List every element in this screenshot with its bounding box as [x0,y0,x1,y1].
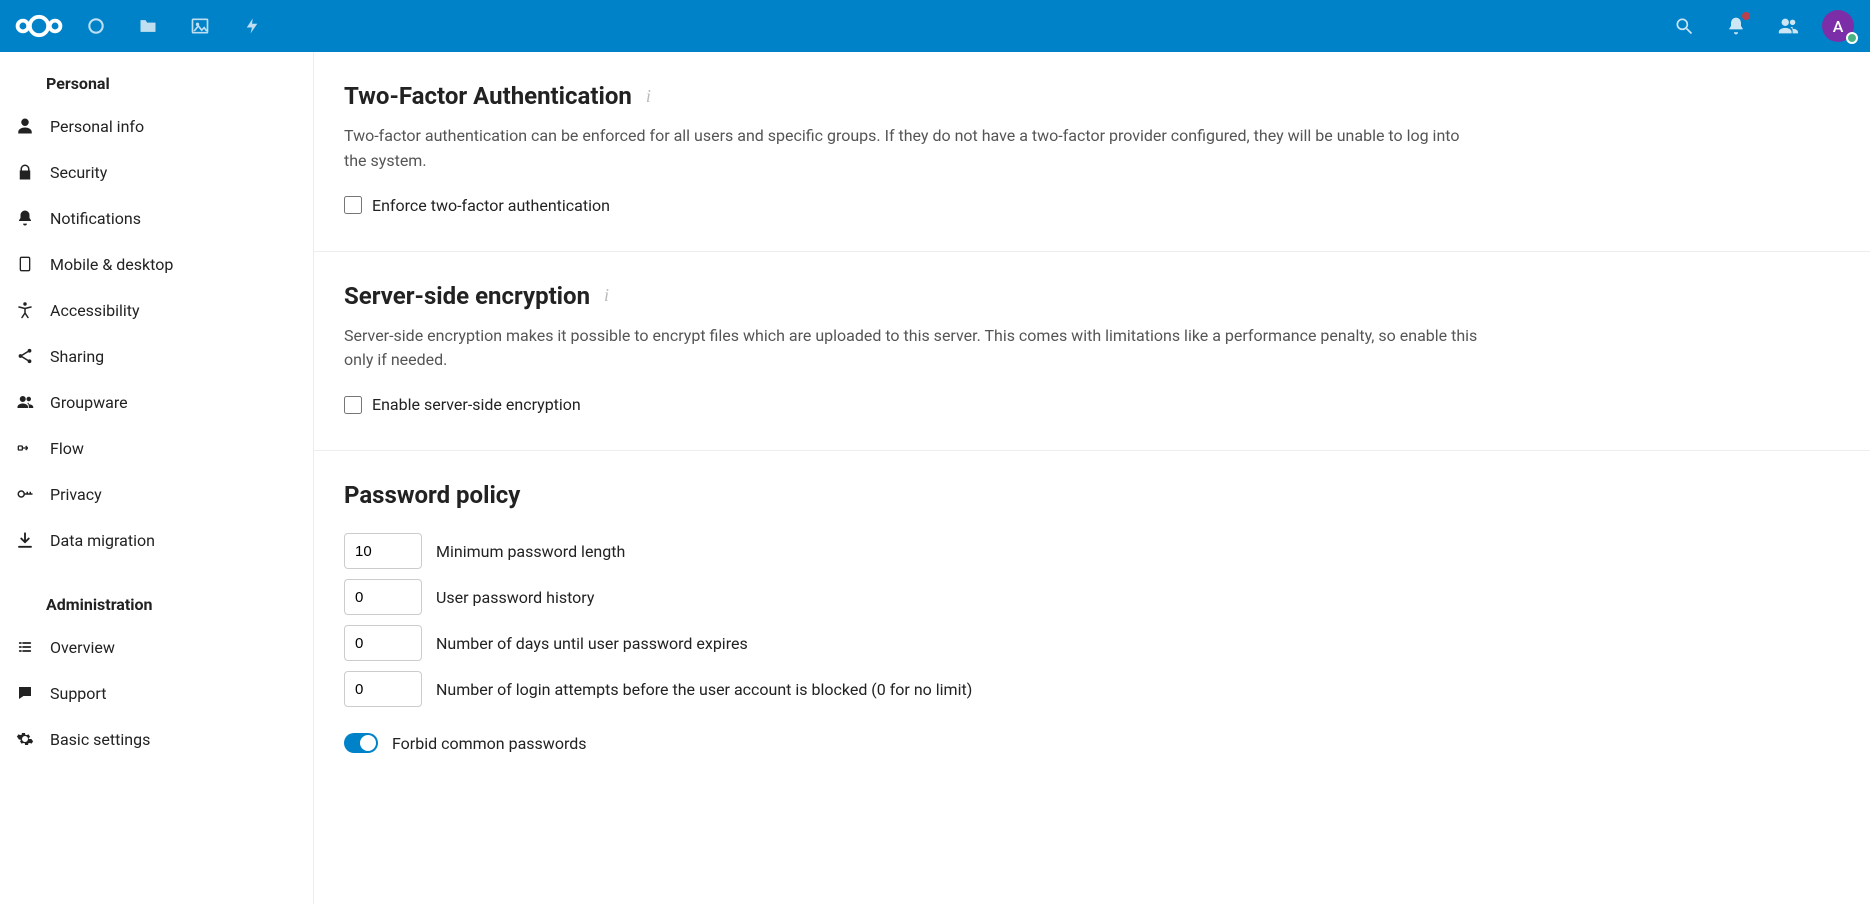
password-policy-title: Password policy [344,481,1840,509]
min-password-length-label: Minimum password length [436,542,625,561]
sidebar-item-label: Support [50,684,106,703]
list-icon [14,639,36,655]
sidebar-item-security[interactable]: Security [0,149,313,195]
sidebar-item-groupware[interactable]: Groupware [0,379,313,425]
top-bar: A [0,0,1870,52]
toggle-knob [360,735,376,751]
activity-app-icon[interactable] [226,0,278,52]
enable-encryption-label[interactable]: Enable server-side encryption [372,395,581,414]
sidebar-item-mobile-desktop[interactable]: Mobile & desktop [0,241,313,287]
password-history-label: User password history [436,588,594,607]
sidebar-item-label: Notifications [50,209,141,228]
search-icon[interactable] [1658,0,1710,52]
password-history-input[interactable] [344,579,422,615]
two-factor-description: Two-factor authentication can be enforce… [344,124,1484,174]
min-password-length-input[interactable] [344,533,422,569]
enforce-2fa-label[interactable]: Enforce two-factor authentication [372,196,610,215]
settings-sidebar: Personal Personal info Security Notifica… [0,52,314,904]
sidebar-header-administration: Administration [0,581,313,624]
enable-encryption-checkbox[interactable] [344,396,362,414]
info-icon[interactable]: i [646,86,651,107]
sidebar-item-overview[interactable]: Overview [0,624,313,670]
sidebar-item-label: Basic settings [50,730,150,749]
sidebar-item-privacy[interactable]: Privacy [0,471,313,517]
files-app-icon[interactable] [122,0,174,52]
sidebar-item-sharing[interactable]: Sharing [0,333,313,379]
sidebar-item-label: Overview [50,638,115,657]
enforce-2fa-checkbox[interactable] [344,196,362,214]
sidebar-item-label: Data migration [50,531,155,550]
sidebar-item-basic-settings[interactable]: Basic settings [0,716,313,762]
phone-icon [14,254,36,274]
main-content: Two-Factor Authentication i Two-factor a… [314,52,1870,904]
notification-badge [1742,12,1750,20]
photos-app-icon[interactable] [174,0,226,52]
sidebar-item-flow[interactable]: Flow [0,425,313,471]
encryption-title-text: Server-side encryption [344,282,590,310]
login-attempts-label: Number of login attempts before the user… [436,680,972,699]
sidebar-item-label: Accessibility [50,301,140,320]
sidebar-item-accessibility[interactable]: Accessibility [0,287,313,333]
sidebar-item-label: Flow [50,439,84,458]
section-password-policy: Password policy Minimum password length … [314,451,1870,789]
flow-icon [14,440,36,456]
notifications-icon[interactable] [1710,0,1762,52]
encryption-description: Server-side encryption makes it possible… [344,324,1484,374]
sidebar-item-label: Mobile & desktop [50,255,173,274]
forbid-common-passwords-label: Forbid common passwords [392,734,587,753]
sidebar-item-label: Privacy [50,485,102,504]
sidebar-item-personal-info[interactable]: Personal info [0,103,313,149]
encryption-title: Server-side encryption i [344,282,1840,310]
sidebar-item-label: Security [50,163,107,182]
sidebar-item-label: Personal info [50,117,144,136]
two-factor-title-text: Two-Factor Authentication [344,82,632,110]
avatar-initial: A [1833,17,1844,36]
section-encryption: Server-side encryption i Server-side enc… [314,252,1870,452]
two-factor-title: Two-Factor Authentication i [344,82,1840,110]
sidebar-item-notifications[interactable]: Notifications [0,195,313,241]
accessibility-icon [14,301,36,319]
group-icon [14,393,36,411]
password-policy-title-text: Password policy [344,481,520,509]
section-two-factor: Two-Factor Authentication i Two-factor a… [314,52,1870,252]
sidebar-item-label: Sharing [50,347,104,366]
password-expire-label: Number of days until user password expir… [436,634,748,653]
app-logo[interactable] [8,13,70,39]
sidebar-item-label: Groupware [50,393,128,412]
contacts-icon[interactable] [1762,0,1814,52]
key-icon [14,485,36,503]
user-avatar[interactable]: A [1822,10,1854,42]
lock-icon [14,163,36,181]
forbid-common-passwords-toggle[interactable] [344,733,378,753]
bell-icon [14,209,36,227]
share-icon [14,347,36,365]
user-icon [14,117,36,135]
sidebar-header-personal: Personal [0,60,313,103]
chat-icon [14,684,36,702]
status-online-icon [1846,32,1858,44]
dashboard-app-icon[interactable] [70,0,122,52]
gear-icon [14,730,36,748]
sidebar-item-support[interactable]: Support [0,670,313,716]
password-expire-input[interactable] [344,625,422,661]
info-icon[interactable]: i [604,285,609,306]
download-icon [14,531,36,549]
sidebar-item-data-migration[interactable]: Data migration [0,517,313,563]
login-attempts-input[interactable] [344,671,422,707]
